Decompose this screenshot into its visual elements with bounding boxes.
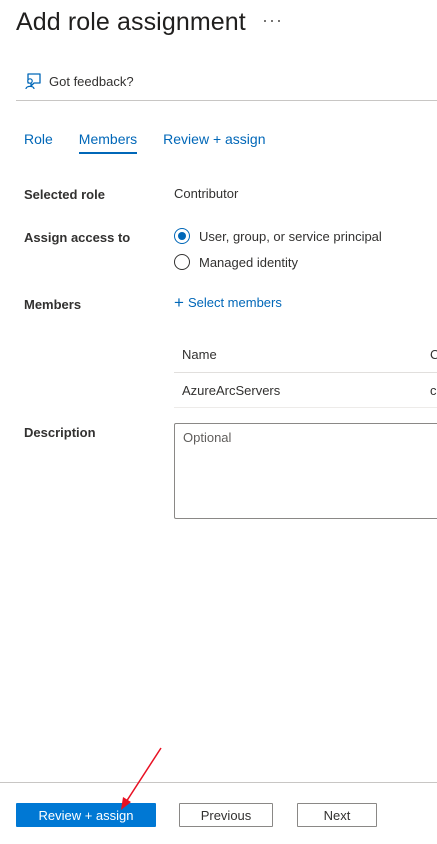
review-assign-button[interactable]: Review + assign bbox=[16, 803, 156, 827]
assign-access-label: Assign access to bbox=[24, 230, 131, 245]
selected-role-label: Selected role bbox=[24, 187, 105, 202]
tab-review-assign[interactable]: Review + assign bbox=[163, 131, 265, 154]
header-divider bbox=[16, 100, 437, 101]
wizard-tabs: Role Members Review + assign bbox=[24, 131, 291, 154]
plus-icon: + bbox=[174, 293, 184, 312]
feedback-icon bbox=[25, 73, 41, 90]
radio-unchecked-icon[interactable] bbox=[174, 254, 190, 270]
page-title: Add role assignment bbox=[16, 8, 246, 36]
more-options-button[interactable]: ··· bbox=[262, 10, 283, 31]
footer-divider bbox=[0, 782, 437, 783]
selected-role-value: Contributor bbox=[174, 186, 239, 201]
radio-managed-identity[interactable]: Managed identity bbox=[174, 254, 298, 270]
radio-user-group-sp-label: User, group, or service principal bbox=[199, 228, 382, 244]
tab-members[interactable]: Members bbox=[78, 131, 138, 154]
members-table-header: Name C bbox=[174, 337, 437, 373]
members-label: Members bbox=[24, 297, 82, 312]
description-label: Description bbox=[24, 425, 96, 440]
next-button[interactable]: Next bbox=[297, 803, 377, 827]
member-name: AzureArcServers bbox=[182, 383, 281, 398]
table-row[interactable]: AzureArcServers c bbox=[174, 373, 437, 408]
select-members-link[interactable]: + Select members bbox=[174, 293, 282, 312]
column-header-second: C bbox=[430, 347, 437, 362]
tab-role[interactable]: Role bbox=[24, 131, 53, 154]
column-header-name: Name bbox=[182, 347, 217, 362]
description-input[interactable] bbox=[174, 423, 437, 519]
select-members-label: Select members bbox=[187, 295, 282, 310]
radio-user-group-sp[interactable]: User, group, or service principal bbox=[174, 228, 382, 244]
feedback-label: Got feedback? bbox=[49, 73, 134, 89]
annotation-arrow-icon bbox=[121, 747, 162, 810]
radio-managed-identity-label: Managed identity bbox=[199, 254, 299, 270]
previous-button[interactable]: Previous bbox=[179, 803, 273, 827]
radio-checked-icon[interactable] bbox=[174, 228, 190, 244]
feedback-link[interactable]: Got feedback? bbox=[24, 72, 134, 90]
member-second-cell: c bbox=[430, 383, 437, 398]
